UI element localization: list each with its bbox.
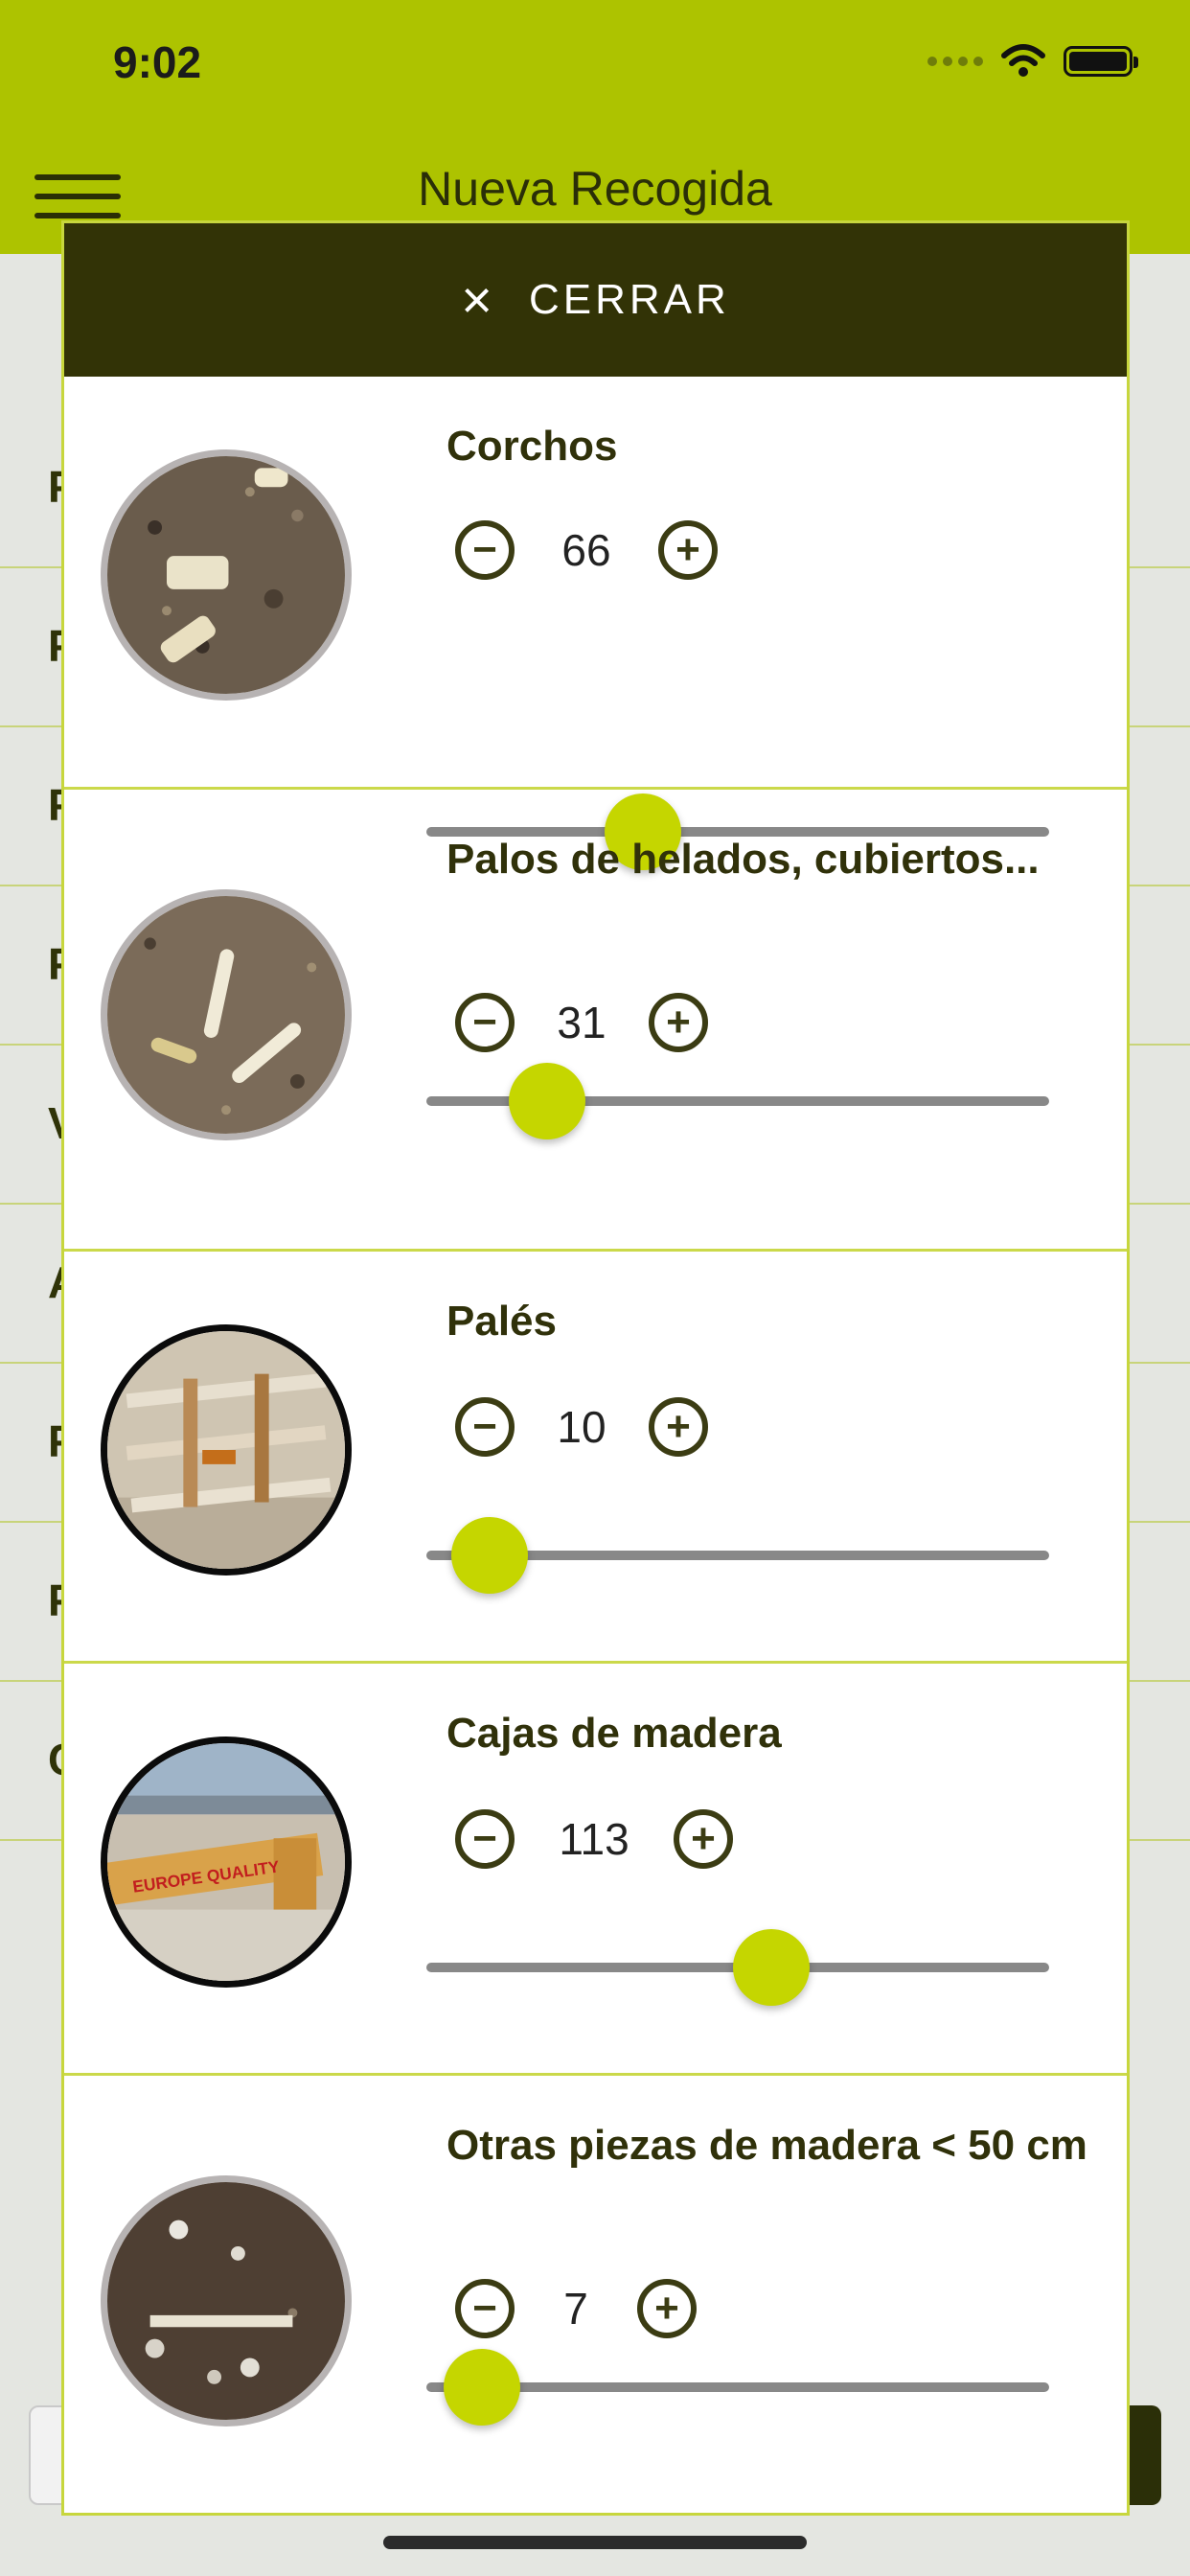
- wooden-boxes-photo: EUROPE QUALITY: [101, 1736, 352, 1988]
- item-title: Cajas de madera: [446, 1710, 782, 1757]
- slider-thumb[interactable]: [451, 1517, 528, 1594]
- item-title: Palos de helados, cubiertos...: [446, 836, 1040, 883]
- plus-circle-icon[interactable]: +: [637, 2279, 697, 2338]
- minus-circle-icon[interactable]: −: [455, 520, 515, 580]
- item-title: Corchos: [446, 423, 618, 470]
- quantity-value: 113: [559, 1814, 629, 1864]
- quantity-stepper: − 7 +: [455, 2279, 697, 2338]
- quantity-stepper: − 113 +: [455, 1809, 733, 1869]
- plus-circle-icon[interactable]: +: [674, 1809, 733, 1869]
- quantity-value: 66: [561, 525, 611, 575]
- pallets-photo: [101, 1324, 352, 1576]
- item-title: Otras piezas de madera < 50 cm: [446, 2122, 1087, 2169]
- wifi-icon: [1001, 44, 1045, 77]
- wood-pieces-photo: [101, 2175, 352, 2426]
- minus-circle-icon[interactable]: −: [455, 1809, 515, 1869]
- list-item: Palos de helados, cubiertos... − 31 +: [64, 790, 1127, 1252]
- slider-thumb[interactable]: [444, 2349, 520, 2426]
- quantity-value: 7: [563, 2284, 588, 2334]
- quantity-value: 31: [557, 998, 606, 1047]
- quantity-stepper: − 31 +: [455, 993, 708, 1052]
- popsicle-sticks-photo: [101, 889, 352, 1140]
- home-indicator: [383, 2536, 807, 2549]
- selection-modal: × CERRAR Corchos − 66 + Palos de helados…: [61, 220, 1130, 2516]
- close-button[interactable]: × CERRAR: [64, 223, 1127, 377]
- list-item: Corchos − 66 +: [64, 377, 1127, 870]
- status-bar: 9:02: [0, 0, 1190, 144]
- quantity-stepper: − 10 +: [455, 1397, 708, 1457]
- plus-circle-icon[interactable]: +: [649, 1397, 708, 1457]
- plus-circle-icon[interactable]: +: [658, 520, 718, 580]
- minus-circle-icon[interactable]: −: [455, 1397, 515, 1457]
- item-title: Palés: [446, 1298, 557, 1345]
- battery-icon: [1064, 46, 1138, 77]
- signal-icon: [927, 57, 983, 66]
- slider-thumb[interactable]: [733, 1929, 810, 2006]
- minus-circle-icon[interactable]: −: [455, 2279, 515, 2338]
- quantity-stepper: − 66 +: [455, 520, 718, 580]
- page-title: Nueva Recogida: [418, 162, 772, 216]
- corks-photo: [101, 449, 352, 701]
- quantity-value: 10: [557, 1402, 606, 1452]
- list-item: Otras piezas de madera < 50 cm − 7 +: [64, 2076, 1127, 2527]
- status-icons: [927, 44, 1138, 79]
- close-icon: ×: [461, 269, 492, 330]
- slider-thumb[interactable]: [509, 1063, 585, 1139]
- plus-circle-icon[interactable]: +: [649, 993, 708, 1052]
- list-item: EUROPE QUALITY Cajas de madera − 113 +: [64, 1664, 1127, 2076]
- minus-circle-icon[interactable]: −: [455, 993, 515, 1052]
- close-label: CERRAR: [528, 276, 730, 323]
- list-item: Palés − 10 +: [64, 1252, 1127, 1664]
- status-time: 9:02: [113, 37, 202, 87]
